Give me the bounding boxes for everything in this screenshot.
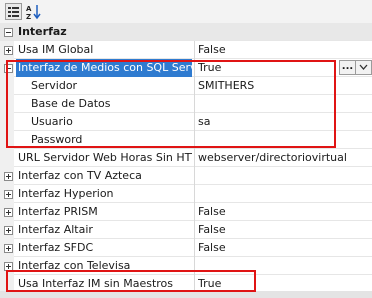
property-row[interactable]: Password xyxy=(0,131,372,149)
next-category-row xyxy=(0,291,372,298)
property-row[interactable]: Interfaz PRISM False xyxy=(0,203,372,221)
property-grid-toolbar: A Z xyxy=(0,0,372,24)
expand-icon[interactable] xyxy=(4,46,13,55)
property-value[interactable]: False xyxy=(198,239,368,257)
property-row[interactable]: Base de Datos xyxy=(0,95,372,113)
property-row[interactable]: Interfaz con Televisa xyxy=(0,257,372,275)
property-name: Usuario xyxy=(31,115,73,128)
property-row[interactable]: Interfaz Altair False xyxy=(0,221,372,239)
property-name: Usa IM Global xyxy=(18,43,94,56)
category-label: Interfaz xyxy=(18,25,67,38)
svg-text:A: A xyxy=(26,5,32,13)
property-row[interactable]: Usuario sa xyxy=(0,113,372,131)
property-name: Interfaz con Televisa xyxy=(18,259,131,272)
property-value[interactable]: SMITHERS xyxy=(198,77,368,95)
property-row[interactable]: Interfaz con TV Azteca xyxy=(0,167,372,185)
property-value[interactable]: False xyxy=(198,41,368,59)
svg-text:Z: Z xyxy=(26,13,31,20)
property-name: Interfaz Hyperion xyxy=(18,187,114,200)
property-name: Interfaz SFDC xyxy=(18,241,94,254)
property-row[interactable]: Usa IM Global False xyxy=(0,41,372,59)
expand-icon[interactable] xyxy=(4,172,13,181)
property-row[interactable]: Interfaz Hyperion xyxy=(0,185,372,203)
property-row[interactable]: URL Servidor Web Horas Sin HTTP:// webse… xyxy=(0,149,372,167)
expand-icon[interactable] xyxy=(4,244,13,253)
property-value[interactable]: False xyxy=(198,221,368,239)
categorized-view-icon xyxy=(8,7,19,17)
property-value[interactable]: webserver/directoriovirtual xyxy=(198,149,368,167)
chevron-down-icon xyxy=(359,64,368,70)
expand-icon[interactable] xyxy=(4,190,13,199)
property-value[interactable] xyxy=(198,131,368,149)
property-value[interactable] xyxy=(198,95,368,113)
alphabetical-sort-button[interactable]: A Z xyxy=(25,3,42,21)
property-value[interactable] xyxy=(198,167,368,185)
property-name: Password xyxy=(31,133,83,146)
property-value[interactable] xyxy=(198,185,368,203)
property-row-selected[interactable]: Interfaz de Medios con SQL Server True .… xyxy=(0,59,372,77)
collapse-icon[interactable] xyxy=(4,28,13,37)
property-name: Interfaz Altair xyxy=(18,223,93,236)
category-row-interfaz[interactable]: Interfaz xyxy=(0,23,372,41)
property-value[interactable] xyxy=(198,257,368,275)
alphabetical-sort-icon: A Z xyxy=(26,5,41,21)
expand-icon[interactable] xyxy=(4,226,13,235)
categorized-view-button[interactable] xyxy=(5,3,22,20)
property-name: Interfaz de Medios con SQL Server xyxy=(16,59,192,77)
property-name: Servidor xyxy=(31,79,78,92)
dropdown-button[interactable] xyxy=(355,60,372,75)
property-row[interactable]: Interfaz SFDC False xyxy=(0,239,372,257)
property-row[interactable]: Servidor SMITHERS xyxy=(0,77,372,95)
property-value[interactable]: False xyxy=(198,203,368,221)
expand-icon[interactable] xyxy=(4,262,13,271)
property-name: Base de Datos xyxy=(31,97,111,110)
property-name: Interfaz con TV Azteca xyxy=(18,169,142,182)
ellipsis-button[interactable]: ... xyxy=(339,60,356,75)
collapse-icon[interactable] xyxy=(4,64,13,73)
expand-icon[interactable] xyxy=(4,208,13,217)
property-name: URL Servidor Web Horas Sin HTTP:// xyxy=(18,151,192,164)
property-value[interactable]: sa xyxy=(198,113,368,131)
property-name: Interfaz PRISM xyxy=(18,205,98,218)
